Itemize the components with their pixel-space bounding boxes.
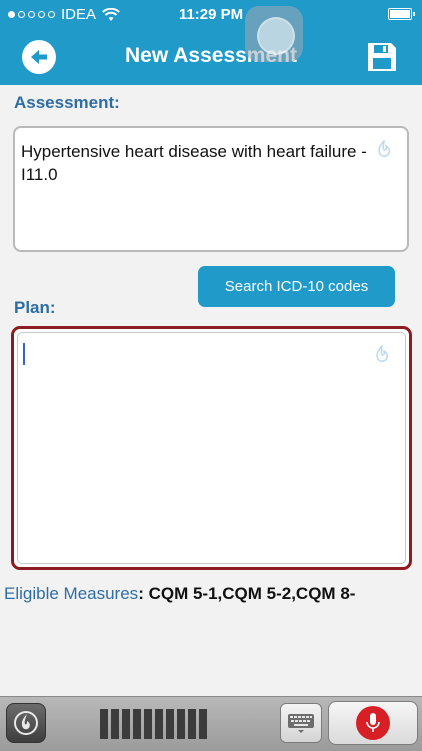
assessment-text: Hypertensive heart disease with heart fa… <box>21 142 367 184</box>
status-bar: IDEA 11:29 PM <box>0 0 422 30</box>
level-bar <box>122 709 130 739</box>
microphone-circle <box>356 706 390 740</box>
nav-bar: New Assessment <box>0 30 422 85</box>
level-bar <box>111 709 119 739</box>
status-time: 11:29 PM <box>178 6 244 23</box>
page-title: New Assessment <box>125 44 297 67</box>
level-bar <box>177 709 185 739</box>
dictation-flame-icon <box>378 140 390 157</box>
dictation-flame-icon <box>376 345 388 362</box>
assessment-label: Assessment: <box>14 93 120 112</box>
dragon-button[interactable] <box>6 703 46 743</box>
plan-field[interactable] <box>11 326 412 570</box>
level-bar <box>188 709 196 739</box>
level-bar <box>100 709 108 739</box>
microphone-button[interactable] <box>328 701 418 745</box>
search-icd10-button[interactable]: Search ICD-10 codes <box>198 266 395 307</box>
plan-label: Plan: <box>14 298 56 317</box>
eligible-measures-separator: : <box>138 584 149 603</box>
level-bar <box>133 709 141 739</box>
save-button[interactable] <box>366 41 398 73</box>
text-cursor <box>23 343 25 365</box>
keyboard-icon <box>288 714 314 733</box>
audio-level-meter <box>100 709 207 739</box>
assessment-field[interactable]: Hypertensive heart disease with heart fa… <box>13 126 409 252</box>
level-bar <box>144 709 152 739</box>
level-bar <box>199 709 207 739</box>
keyboard-button[interactable] <box>280 703 322 743</box>
microphone-icon <box>366 713 380 732</box>
level-bar <box>166 709 174 739</box>
eligible-measures-value: CQM 5-1,CQM 5-2,CQM 8- <box>148 584 356 603</box>
dragon-logo-icon <box>14 711 38 735</box>
eligible-measures-label: Eligible Measures <box>4 584 139 603</box>
level-bar <box>155 709 163 739</box>
save-disk-icon <box>368 43 396 71</box>
eligible-measures: Eligible Measures: CQM 5-1,CQM 5-2,CQM 8… <box>4 584 422 604</box>
battery-icon <box>388 8 415 20</box>
plan-field-inner <box>17 332 406 564</box>
assistive-touch-button[interactable] <box>245 6 303 62</box>
dictation-toolbar <box>0 696 422 751</box>
